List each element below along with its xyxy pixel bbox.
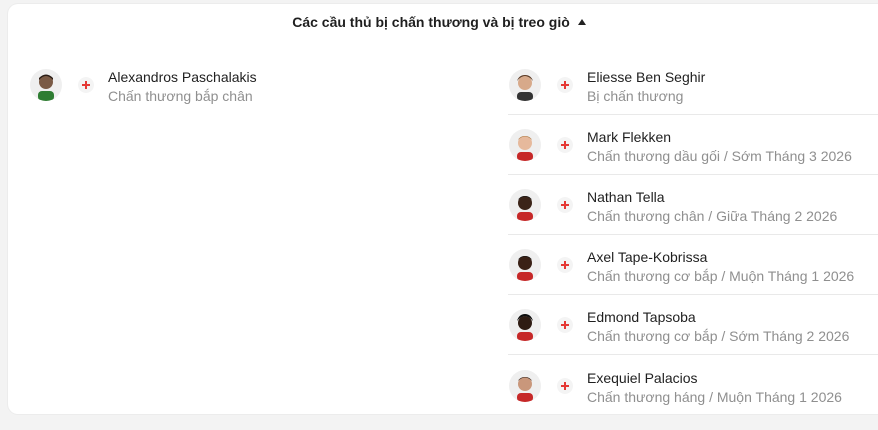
player-avatar xyxy=(509,189,541,221)
section-header[interactable]: Các cầu thủ bị chấn thương và bị treo gi… xyxy=(0,14,878,30)
player-name[interactable]: Nathan Tella xyxy=(587,189,665,205)
player-name[interactable]: Axel Tape-Kobrissa xyxy=(587,249,707,265)
player-row-right-2[interactable]: Nathan Tella Chấn thương chân / Giữa Thá… xyxy=(509,189,869,249)
player-avatar xyxy=(30,69,62,101)
player-name[interactable]: Mark Flekken xyxy=(587,129,671,145)
player-name[interactable]: Exequiel Palacios xyxy=(587,370,698,386)
injury-cross-icon xyxy=(78,77,94,93)
player-status: Chấn thương dầu gối / Sớm Tháng 3 2026 xyxy=(587,148,852,164)
player-row-left-0[interactable]: Alexandros Paschalakis Chấn thương bắp c… xyxy=(30,69,470,129)
player-status: Chấn thương cơ bắp / Muộn Tháng 1 2026 xyxy=(587,268,855,284)
player-status: Chấn thương chân / Giữa Tháng 2 2026 xyxy=(587,208,838,224)
player-status: Bị chấn thương xyxy=(587,88,684,104)
row-divider xyxy=(508,294,878,295)
player-avatar xyxy=(509,129,541,161)
player-row-right-4[interactable]: Edmond Tapsoba Chấn thương cơ bắp / Sớm … xyxy=(509,309,869,369)
injury-cross-icon xyxy=(557,317,573,333)
player-status: Chấn thương cơ bắp / Sớm Tháng 2 2026 xyxy=(587,328,850,344)
player-avatar xyxy=(509,69,541,101)
injury-cross-icon xyxy=(557,137,573,153)
player-status: Chấn thương háng / Muộn Tháng 1 2026 xyxy=(587,389,842,405)
section-title: Các cầu thủ bị chấn thương và bị treo gi… xyxy=(292,14,570,30)
player-name[interactable]: Eliesse Ben Seghir xyxy=(587,69,705,85)
injury-cross-icon xyxy=(557,77,573,93)
collapse-caret-icon[interactable] xyxy=(577,19,586,25)
injury-cross-icon xyxy=(557,257,573,273)
row-divider xyxy=(508,234,878,235)
player-row-right-0[interactable]: Eliesse Ben Seghir Bị chấn thương xyxy=(509,69,869,129)
player-name[interactable]: Edmond Tapsoba xyxy=(587,309,696,325)
injury-cross-icon xyxy=(557,378,573,394)
player-name[interactable]: Alexandros Paschalakis xyxy=(108,69,257,85)
player-avatar xyxy=(509,309,541,341)
player-avatar xyxy=(509,370,541,402)
player-avatar xyxy=(509,249,541,281)
row-divider xyxy=(508,114,878,115)
row-divider xyxy=(508,354,878,355)
player-row-right-3[interactable]: Axel Tape-Kobrissa Chấn thương cơ bắp / … xyxy=(509,249,869,309)
player-row-right-5[interactable]: Exequiel Palacios Chấn thương háng / Muộ… xyxy=(509,370,869,430)
row-divider xyxy=(508,174,878,175)
player-row-right-1[interactable]: Mark Flekken Chấn thương dầu gối / Sớm T… xyxy=(509,129,869,189)
player-status: Chấn thương bắp chân xyxy=(108,88,253,104)
injury-cross-icon xyxy=(557,197,573,213)
